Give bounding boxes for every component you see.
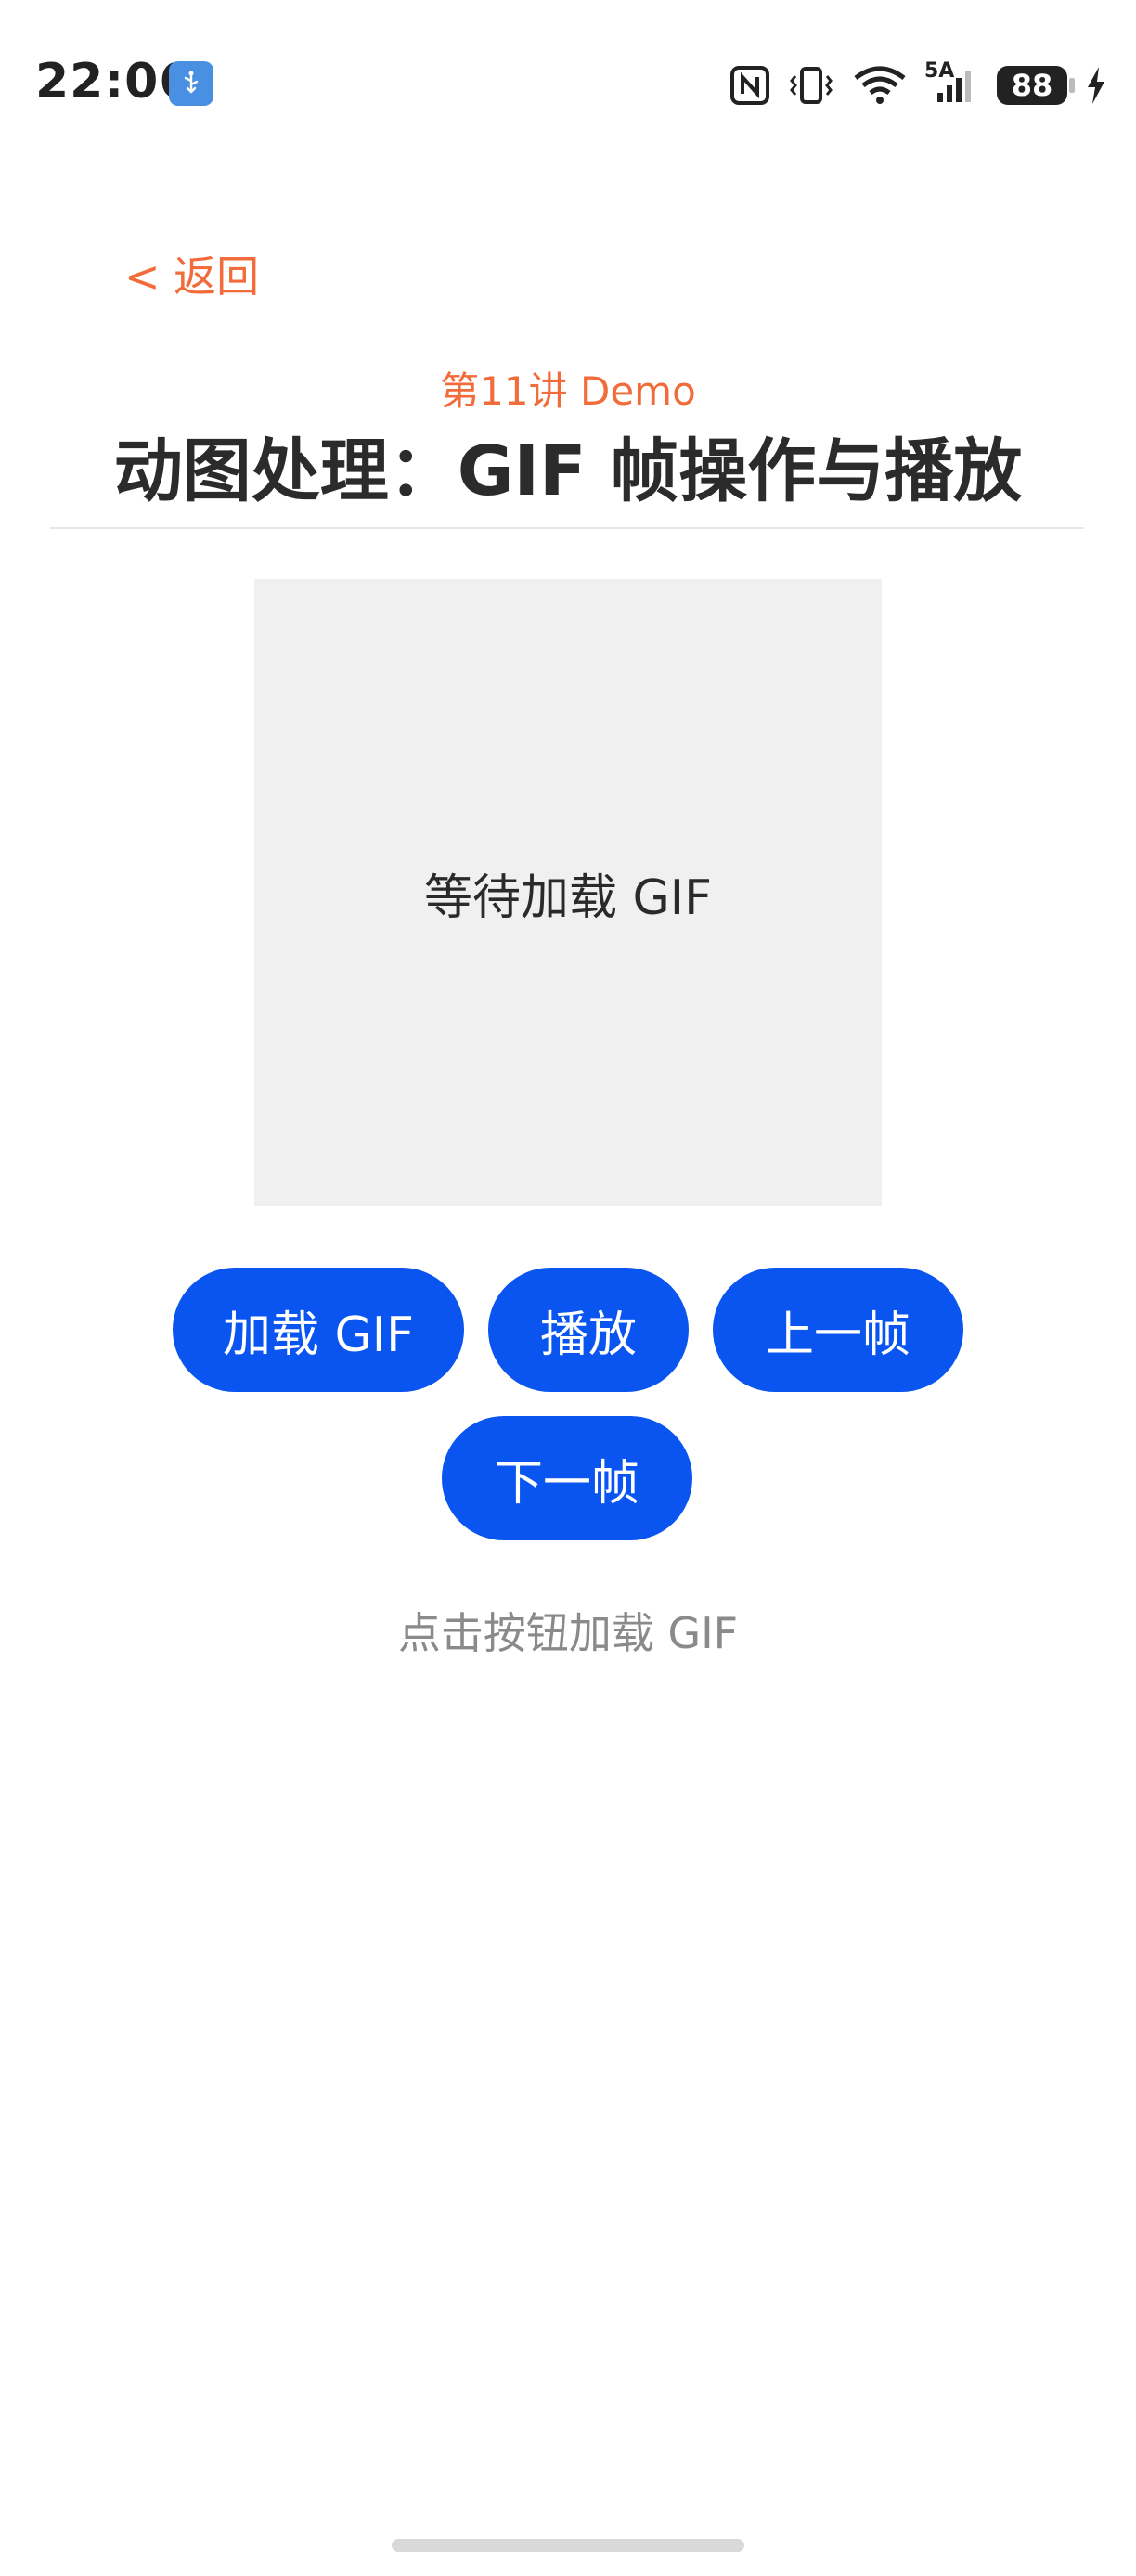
vibrate-icon	[787, 65, 835, 106]
gif-placeholder-text: 等待加载 GIF	[423, 869, 713, 926]
home-indicator[interactable]	[392, 2539, 744, 2552]
usb-icon	[169, 61, 213, 106]
charging-icon	[1084, 65, 1108, 106]
header-divider	[50, 527, 1084, 529]
page-title: 动图处理：GIF 帧操作与播放	[113, 431, 1023, 511]
play-button[interactable]: 播放	[488, 1268, 689, 1392]
battery-icon: 88	[997, 66, 1075, 105]
gif-preview: 等待加载 GIF	[254, 579, 882, 1206]
signal-icon: 5A	[924, 59, 980, 106]
next-frame-button[interactable]: 下一帧	[442, 1416, 692, 1540]
wifi-icon	[852, 65, 908, 106]
lesson-subtitle: 第11讲 Demo	[440, 368, 696, 414]
previous-frame-button[interactable]: 上一帧	[713, 1268, 963, 1392]
status-hint: 点击按钮加载 GIF	[397, 1608, 739, 1658]
network-type-label: 5A	[924, 59, 955, 83]
load-gif-button[interactable]: 加载 GIF	[173, 1268, 464, 1392]
status-bar: 22:06 5A 88	[0, 0, 1136, 167]
nfc-icon	[729, 65, 770, 106]
back-link[interactable]: < 返回	[124, 243, 259, 304]
status-icons: 5A 88	[729, 58, 1108, 113]
